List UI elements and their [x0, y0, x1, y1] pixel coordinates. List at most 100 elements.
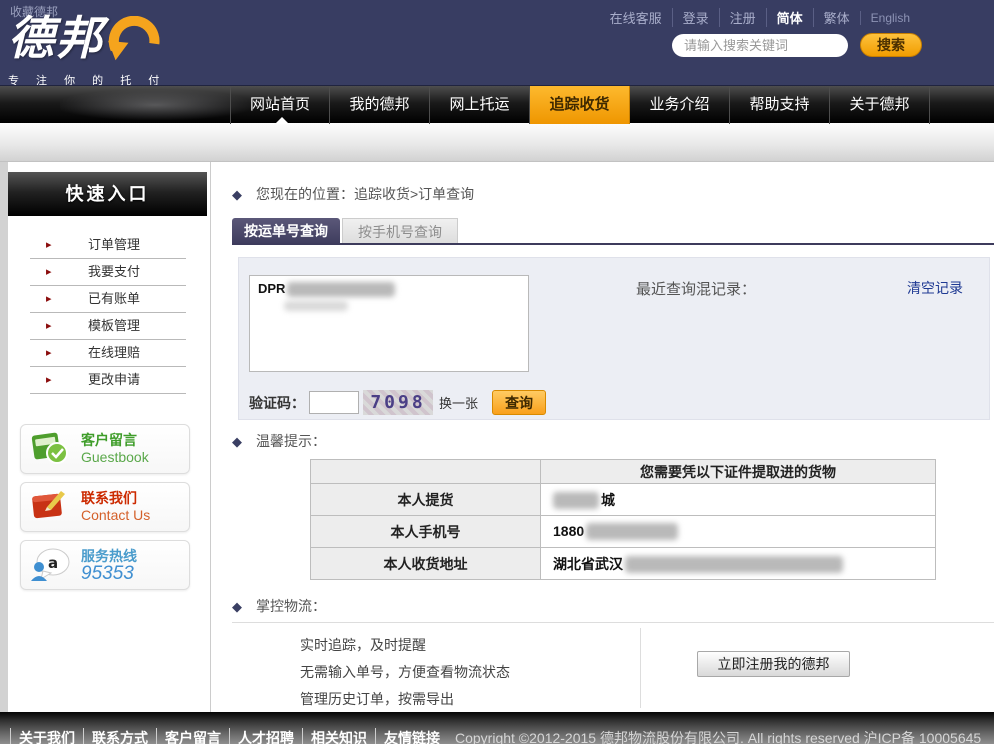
diamond-icon: ◆: [232, 434, 242, 449]
hotline-box[interactable]: a 服务热线 95353: [20, 540, 190, 590]
redacted-name: [553, 492, 599, 509]
svg-text:a: a: [48, 554, 58, 572]
sidebar-item-order-management[interactable]: ▸订单管理: [30, 232, 186, 259]
redacted-waybill: [287, 282, 395, 297]
bullet-icon: ▸: [46, 232, 52, 258]
footer-links: 关于我们 联系方式 客户留言 人才招聘 相关知识 友情链接: [10, 728, 448, 744]
row-value-address: 湖北省武汉: [541, 548, 936, 580]
captcha-refresh-link[interactable]: 换一张: [439, 393, 478, 412]
contact-title: 联系我们: [81, 490, 150, 507]
footer-recruit-link[interactable]: 人才招聘: [229, 728, 302, 744]
page: 收藏德邦 德邦 专 注 你 的 托 付 在线客服 登录 注册 简体 繁体 Eng…: [0, 0, 994, 744]
logistics-divider: [232, 622, 994, 623]
logo-arrow-icon: [106, 16, 162, 69]
guestbook-box[interactable]: 客户留言 Guestbook: [20, 424, 190, 474]
register-now-button[interactable]: 立即注册我的德邦: [697, 651, 850, 677]
nav-pointer-icon: [275, 117, 289, 124]
footer-about-link[interactable]: 关于我们: [10, 728, 83, 744]
query-tabs: 按运单号查询 按手机号查询: [232, 218, 458, 245]
top-links: 在线客服 登录 注册 简体 繁体 English: [600, 8, 920, 27]
nav-my-deppon[interactable]: 我的德邦: [330, 86, 430, 124]
bullet-icon: ▸: [46, 340, 52, 366]
logo[interactable]: 德邦 专 注 你 的 托 付: [8, 16, 166, 88]
sidebar-item-existing-bills[interactable]: ▸已有账单: [30, 286, 186, 313]
guestbook-icon: [27, 429, 73, 469]
row-value-pickup: 城: [541, 484, 936, 516]
hotline-number: 95353: [81, 565, 137, 582]
benefit-line: 无需输入单号，方便查看物流状态: [300, 659, 510, 686]
tab-by-phone[interactable]: 按手机号查询: [342, 218, 458, 245]
nav-business-intro[interactable]: 业务介绍: [630, 86, 730, 124]
redacted-phone: [586, 523, 678, 540]
table-header-row: 您需要凭以下证件提取进的货物: [311, 460, 936, 484]
lang-simplified-link[interactable]: 简体: [766, 8, 813, 27]
online-service-link[interactable]: 在线客服: [600, 8, 672, 27]
sub-nav-strip: [0, 123, 994, 162]
table-row: 本人收货地址 湖北省武汉: [311, 548, 936, 580]
redacted-address: [625, 556, 843, 573]
logo-text: 德邦: [8, 16, 104, 60]
search-input[interactable]: [672, 34, 848, 57]
search-button[interactable]: 搜索: [860, 33, 922, 57]
benefit-line: 实时追踪，及时提醒: [300, 632, 510, 659]
footer-guestbook-link[interactable]: 客户留言: [156, 728, 229, 744]
logistics-vertical-divider: [640, 628, 641, 708]
benefit-line: 管理历史订单，按需导出: [300, 686, 510, 713]
tab-underline: [232, 243, 994, 245]
nav-help-support[interactable]: 帮助支持: [730, 86, 830, 124]
sidebar-item-pay[interactable]: ▸我要支付: [30, 259, 186, 286]
footer-contact-link[interactable]: 联系方式: [83, 728, 156, 744]
sidebar-divider: [210, 162, 211, 712]
sidebar-item-template-management[interactable]: ▸模板管理: [30, 313, 186, 340]
hotline-icon: a: [27, 545, 73, 585]
sidebar-item-change-request[interactable]: ▸更改申请: [30, 367, 186, 394]
row-label-pickup: 本人提货: [311, 484, 541, 516]
captcha-image[interactable]: 7098: [363, 390, 433, 415]
footer-knowledge-link[interactable]: 相关知识: [302, 728, 375, 744]
search-bar: 搜索: [672, 33, 922, 57]
contact-icon: [27, 487, 73, 527]
row-label-address: 本人收货地址: [311, 548, 541, 580]
query-panel: DPR 最近查询混记录： 清空记录 验证码： 7098 换一张 查询: [238, 257, 990, 420]
contact-subtitle: Contact Us: [81, 507, 150, 524]
tab-by-waybill[interactable]: 按运单号查询: [232, 218, 340, 245]
footer-friendlinks-link[interactable]: 友情链接: [375, 728, 448, 744]
bullet-icon: ▸: [46, 313, 52, 339]
sidebar-item-online-claims[interactable]: ▸在线理赔: [30, 340, 186, 367]
footer: 关于我们 联系方式 客户留言 人才招聘 相关知识 友情链接 Copyright …: [0, 712, 994, 744]
left-edge-strip: [0, 162, 8, 712]
register-link[interactable]: 注册: [719, 8, 766, 27]
recent-records-label: 最近查询混记录：: [636, 278, 756, 299]
redacted-waybill-2: [284, 301, 348, 311]
table-header-cell: 您需要凭以下证件提取进的货物: [541, 460, 936, 484]
captcha-label: 验证码：: [249, 393, 305, 413]
logistics-section-title: ◆掌控物流：: [232, 596, 326, 616]
guestbook-title: 客户留言: [81, 432, 149, 449]
diamond-icon: ◆: [232, 599, 242, 614]
contact-box[interactable]: 联系我们 Contact Us: [20, 482, 190, 532]
waybill-input[interactable]: DPR: [249, 275, 529, 372]
diamond-icon: ◆: [232, 187, 242, 202]
smoke-decoration: [60, 90, 250, 120]
table-row: 本人手机号 1880: [311, 516, 936, 548]
captcha-input[interactable]: [309, 391, 359, 414]
lang-traditional-link[interactable]: 繁体: [813, 8, 860, 27]
tips-section-title: ◆温馨提示：: [232, 431, 326, 451]
guestbook-subtitle: Guestbook: [81, 449, 149, 466]
bullet-icon: ▸: [46, 259, 52, 285]
logistics-benefits: 实时追踪，及时提醒 无需输入单号，方便查看物流状态 管理历史订单，按需导出: [300, 632, 510, 713]
login-link[interactable]: 登录: [672, 8, 719, 27]
lang-english-link[interactable]: English: [860, 11, 920, 25]
captcha-row: 验证码： 7098 换一张 查询: [249, 390, 546, 415]
table-header-empty-cell: [311, 460, 541, 484]
nav-track-delivery[interactable]: 追踪收货: [530, 86, 630, 124]
query-button[interactable]: 查询: [492, 390, 546, 415]
nav-online-shipping[interactable]: 网上托运: [430, 86, 530, 124]
bullet-icon: ▸: [46, 286, 52, 312]
nav-home[interactable]: 网站首页: [230, 86, 330, 124]
table-row: 本人提货 城: [311, 484, 936, 516]
bullet-icon: ▸: [46, 367, 52, 393]
clear-records-link[interactable]: 清空记录: [907, 278, 963, 298]
nav-about-deppon[interactable]: 关于德邦: [830, 86, 930, 124]
sidebar: 快速入口 ▸订单管理 ▸我要支付 ▸已有账单 ▸模板管理 ▸在线理赔: [8, 162, 207, 712]
